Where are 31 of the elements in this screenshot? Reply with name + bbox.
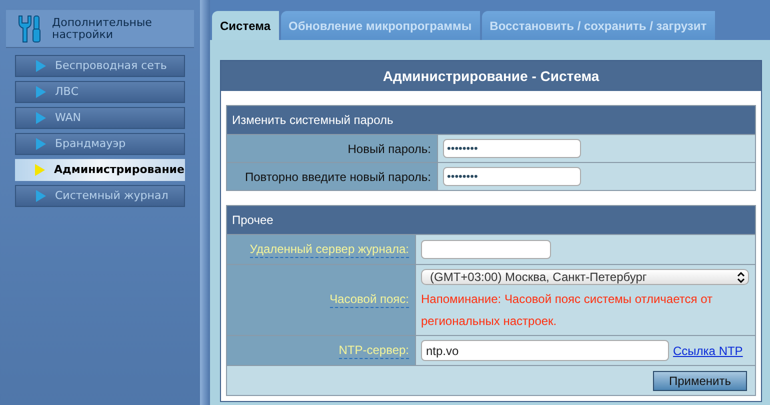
chevron-icon <box>737 272 745 282</box>
sidebar-item[interactable]: Брандмауэр <box>15 133 185 155</box>
section-header: Изменить системный пароль <box>227 106 755 134</box>
sidebar-item[interactable]: WAN <box>15 107 185 129</box>
sidebar-title: Дополнительные настройки <box>52 16 153 40</box>
triangle-icon <box>36 86 46 98</box>
sidebar-item[interactable]: Системный журнал <box>15 185 185 207</box>
field-label: Удаленный сервер журнала: <box>250 242 409 258</box>
tab[interactable]: Система <box>212 11 279 40</box>
apply-button[interactable]: Применить <box>653 370 747 390</box>
triangle-icon <box>36 190 46 202</box>
section-header: Прочее <box>227 206 755 234</box>
ntp-server-field[interactable]: ntp.vo <box>421 340 669 361</box>
field-label: Часовой пояс: <box>330 292 409 308</box>
panel-title: Администрирование - Система <box>221 61 761 91</box>
triangle-icon <box>36 60 46 72</box>
triangle-icon <box>36 112 46 124</box>
field-label: Новый пароль: <box>348 140 431 158</box>
sidebar-item[interactable]: ЛВС <box>15 81 185 103</box>
sidebar-item[interactable]: Администрирование <box>15 159 185 181</box>
field-label: NTP-сервер: <box>338 342 409 358</box>
log-server-field[interactable] <box>421 240 551 259</box>
timezone-dropdown[interactable]: (GMT+03:00) Москва, Санкт-Петербург <box>421 269 749 285</box>
triangle-icon <box>35 164 45 176</box>
ntp-link[interactable]: Ссылка NTP <box>673 342 743 360</box>
password-field[interactable]: •••••••• <box>443 139 581 158</box>
warning-text: Напоминание: Часовой пояс системы отличается от региональных настроек. <box>421 291 714 330</box>
password-field[interactable]: •••••••• <box>443 167 581 186</box>
triangle-icon <box>36 138 46 150</box>
field-label: Повторно введите новый пароль: <box>244 168 431 186</box>
sidebar-item[interactable]: Беспроводная сеть <box>15 55 185 77</box>
